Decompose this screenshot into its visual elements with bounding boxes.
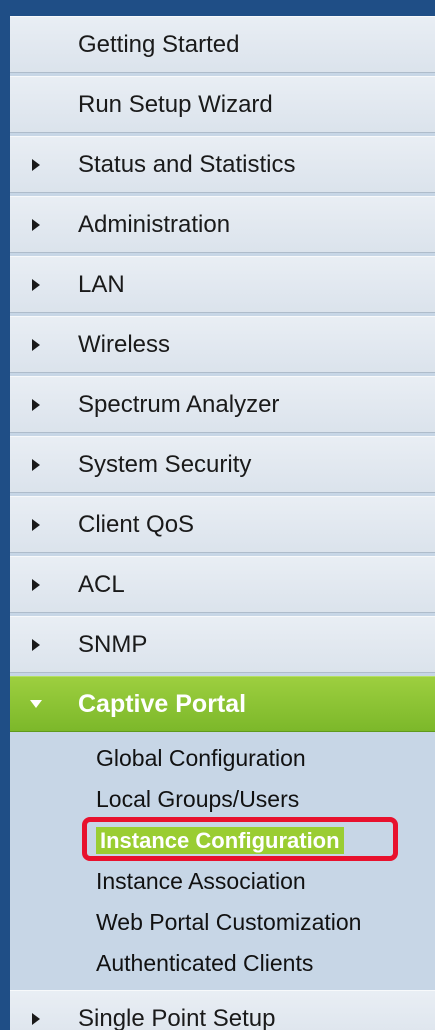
triangle-right-icon: [32, 1012, 40, 1025]
nav-item-label: Status and Statistics: [78, 150, 296, 178]
nav-item-spectrum-analyzer[interactable]: Spectrum Analyzer: [10, 376, 435, 433]
triangle-right-icon: [32, 338, 40, 351]
nav-item-acl[interactable]: ACL: [10, 556, 435, 613]
nav-item-label: Client QoS: [78, 510, 195, 538]
nav-item-status-and-statistics[interactable]: Status and Statistics: [10, 136, 435, 193]
nav-item-system-security[interactable]: System Security: [10, 436, 435, 493]
nav-item-label: LAN: [78, 270, 125, 298]
submenu-item-label: Local Groups/Users: [96, 786, 300, 812]
nav-item-label: Getting Started: [78, 30, 240, 58]
triangle-right-icon: [32, 218, 40, 231]
submenu-item-authenticated-clients[interactable]: Authenticated Clients: [10, 943, 435, 984]
triangle-right-icon: [32, 158, 40, 171]
nav-item-captive-portal[interactable]: Captive Portal: [10, 676, 435, 732]
nav-item-label: Wireless: [78, 330, 171, 358]
triangle-right-icon: [32, 458, 40, 471]
nav-item-label: ACL: [78, 570, 125, 598]
nav-item-getting-started[interactable]: Getting Started: [10, 16, 435, 73]
submenu-item-label: Instance Association: [96, 868, 306, 894]
triangle-right-icon: [32, 278, 40, 291]
nav-item-run-setup-wizard[interactable]: Run Setup Wizard: [10, 76, 435, 133]
submenu-item-label: Authenticated Clients: [96, 950, 314, 976]
nav-item-client-qos[interactable]: Client QoS: [10, 496, 435, 553]
nav-item-lan[interactable]: LAN: [10, 256, 435, 313]
triangle-right-icon: [32, 518, 40, 531]
submenu-item-global-configuration[interactable]: Global Configuration: [10, 738, 435, 779]
triangle-down-icon: [30, 700, 42, 708]
submenu-item-label: Web Portal Customization: [96, 909, 362, 935]
nav-item-label: System Security: [78, 450, 252, 478]
nav-item-wireless[interactable]: Wireless: [10, 316, 435, 373]
submenu-item-web-portal-customization[interactable]: Web Portal Customization: [10, 902, 435, 943]
nav-item-label: Single Point Setup: [78, 1004, 276, 1030]
submenu-item-instance-configuration[interactable]: Instance Configuration: [10, 817, 435, 861]
nav-item-administration[interactable]: Administration: [10, 196, 435, 253]
submenu-item-label: Global Configuration: [96, 745, 306, 771]
nav-item-single-point-setup[interactable]: Single Point Setup: [10, 990, 435, 1030]
submenu-item-label: Instance Configuration: [96, 827, 344, 854]
submenu-item-instance-association[interactable]: Instance Association: [10, 861, 435, 902]
sidebar-nav: Getting Started Run Setup Wizard Status …: [10, 16, 435, 1030]
nav-item-label: Spectrum Analyzer: [78, 390, 280, 418]
nav-item-label: Administration: [78, 210, 231, 238]
captive-portal-submenu: Global Configuration Local Groups/Users …: [10, 732, 435, 990]
nav-item-label: SNMP: [78, 630, 148, 658]
submenu-item-local-groups-users[interactable]: Local Groups/Users: [10, 779, 435, 820]
triangle-right-icon: [32, 398, 40, 411]
triangle-right-icon: [32, 638, 40, 651]
nav-item-label: Captive Portal: [78, 689, 247, 718]
nav-item-label: Run Setup Wizard: [78, 90, 273, 118]
triangle-right-icon: [32, 578, 40, 591]
nav-item-snmp[interactable]: SNMP: [10, 616, 435, 673]
